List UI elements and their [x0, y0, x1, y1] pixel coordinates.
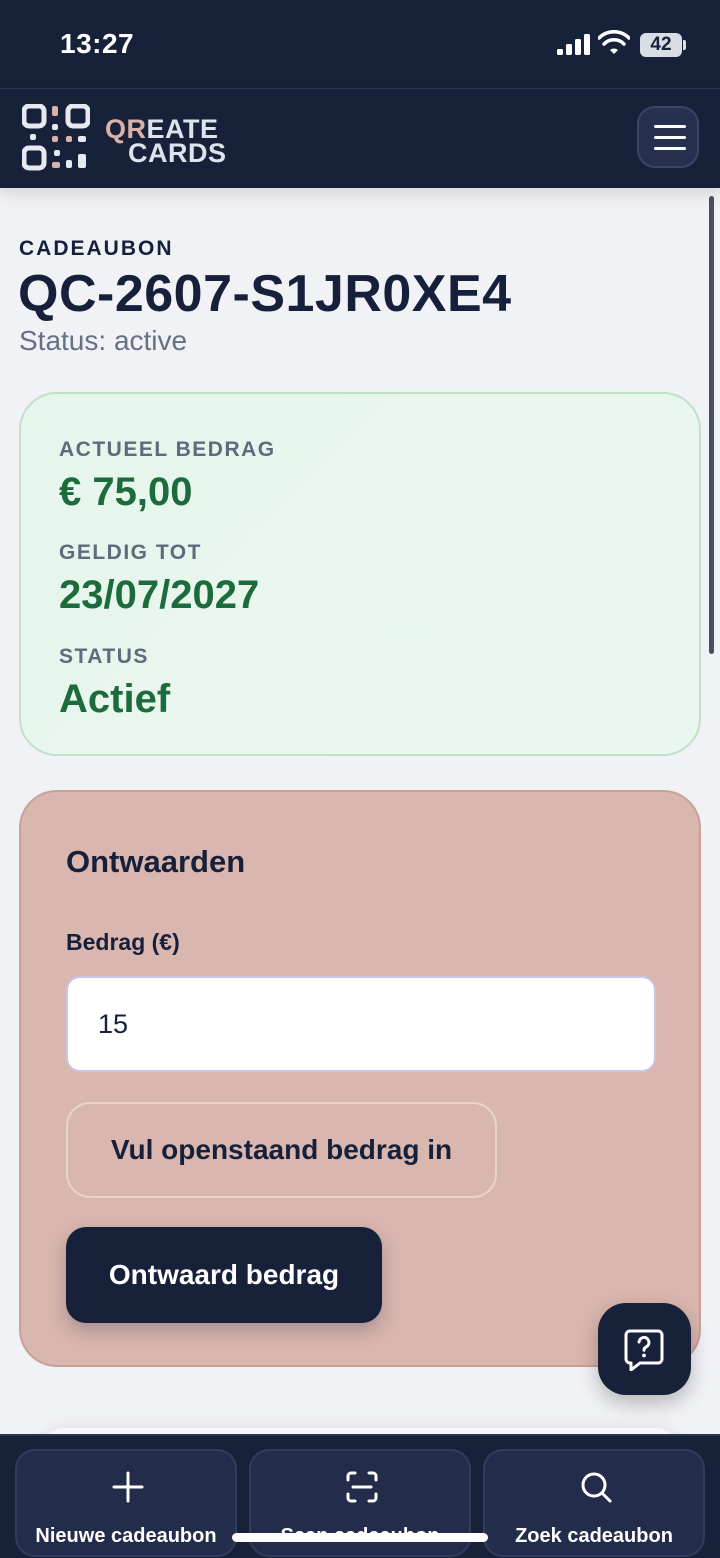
redeem-title: Ontwaarden [66, 844, 246, 879]
home-indicator[interactable] [232, 1533, 488, 1542]
scrollbar[interactable] [709, 196, 714, 654]
status-time: 13:27 [60, 28, 135, 59]
search-icon [581, 1472, 612, 1503]
amount-label: ACTUEEL BEDRAG [59, 438, 276, 461]
voucher-status-line: Status: active [19, 325, 188, 356]
wifi-icon [598, 30, 630, 54]
nav-label: Nieuwe cadeaubon [35, 1525, 217, 1547]
status-label: STATUS [59, 645, 149, 668]
fill-remaining-button[interactable]: Vul openstaand bedrag in [66, 1102, 497, 1198]
help-button[interactable] [598, 1303, 691, 1395]
hamburger-menu-button[interactable] [637, 106, 699, 168]
signal-icon [557, 34, 590, 55]
menu-line [654, 125, 686, 128]
valid-until-label: GELDIG TOT [59, 541, 202, 564]
menu-line [654, 147, 686, 150]
voucher-code: QC-2607-S1JR0XE4 [18, 265, 512, 323]
valid-until-value: 23/07/2027 [59, 573, 260, 617]
redeem-card: Ontwaarden Bedrag (€) Vul openstaand bed… [19, 790, 701, 1367]
qr-logo-icon [22, 104, 90, 171]
logo[interactable]: QREATE CARDS [22, 104, 252, 174]
menu-line [654, 136, 686, 139]
nav-new-voucher[interactable]: Nieuwe cadeaubon [15, 1449, 237, 1557]
voucher-summary-card: ACTUEEL BEDRAG € 75,00 GELDIG TOT 23/07/… [19, 392, 701, 756]
amount-field-label: Bedrag (€) [66, 929, 180, 955]
battery-tip [683, 40, 686, 50]
app-header: QREATE CARDS [0, 88, 720, 188]
status-value: Actief [59, 677, 171, 721]
amount-value: € 75,00 [59, 470, 193, 514]
help-chat-icon [624, 1329, 664, 1371]
redeem-amount-button[interactable]: Ontwaard bedrag [66, 1227, 382, 1323]
battery-icon: 42 [640, 33, 682, 57]
logo-word-2: CARDS [128, 138, 227, 168]
scan-icon [346, 1471, 378, 1503]
status-bar: 13:27 42 [0, 0, 720, 88]
plus-icon [112, 1471, 144, 1503]
page-eyebrow: CADEAUBON [19, 237, 174, 260]
nav-label: Zoek cadeaubon [515, 1525, 673, 1547]
nav-search-voucher[interactable]: Zoek cadeaubon [483, 1449, 705, 1557]
amount-input[interactable] [66, 976, 656, 1072]
